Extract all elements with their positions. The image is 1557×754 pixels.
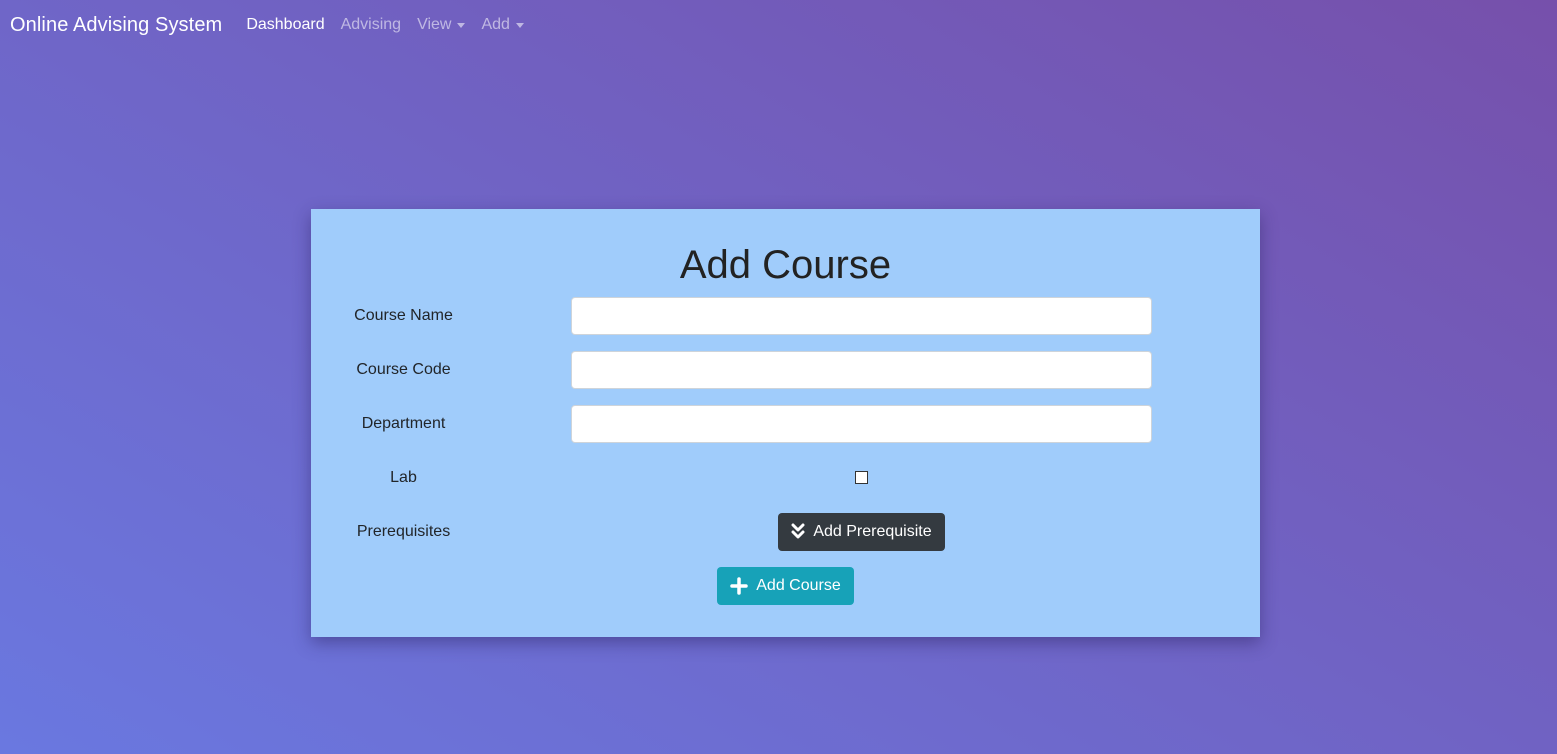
page-title: Add Course xyxy=(679,243,892,287)
add-course-label: Add Course xyxy=(756,577,841,594)
submit-row: Add Course xyxy=(311,567,1260,605)
course-name-row: Course Name xyxy=(311,297,1260,335)
course-code-row: Course Code xyxy=(311,351,1260,389)
add-course-card: Add Course Course Name Course Code Depar… xyxy=(311,209,1260,637)
nav-dashboard-label: Dashboard xyxy=(246,16,325,33)
nav-dashboard[interactable]: Dashboard xyxy=(246,16,324,34)
prerequisites-row: Prerequisites Add Prerequisite xyxy=(311,513,1260,551)
course-name-input[interactable] xyxy=(571,297,1152,335)
course-code-input[interactable] xyxy=(571,351,1152,389)
lab-label: Lab xyxy=(390,469,417,486)
course-name-label: Course Name xyxy=(354,307,453,324)
nav-view-label: View xyxy=(417,16,452,33)
chevron-double-down-icon xyxy=(791,523,805,541)
nav-add-dropdown[interactable]: Add xyxy=(481,16,524,34)
caret-down-icon xyxy=(457,23,466,28)
department-input[interactable] xyxy=(571,405,1152,443)
add-prerequisite-label: Add Prerequisite xyxy=(813,523,932,540)
add-prerequisite-button[interactable]: Add Prerequisite xyxy=(778,513,945,551)
plus-icon xyxy=(730,577,748,595)
lab-checkbox[interactable] xyxy=(855,471,868,484)
caret-down-icon xyxy=(515,23,524,28)
department-label: Department xyxy=(361,415,446,432)
nav-advising[interactable]: Advising xyxy=(341,16,401,34)
brand-link[interactable]: Online Advising System xyxy=(10,14,222,37)
nav-advising-label: Advising xyxy=(340,16,402,33)
nav-view-dropdown[interactable]: View xyxy=(417,16,466,34)
navbar: Online Advising System Dashboard Advisin… xyxy=(0,0,1557,50)
lab-row: Lab xyxy=(311,459,1260,497)
nav-add-label: Add xyxy=(481,16,510,33)
department-row: Department xyxy=(311,405,1260,443)
prerequisites-label: Prerequisites xyxy=(356,523,451,540)
add-course-button[interactable]: Add Course xyxy=(717,567,854,605)
course-code-label: Course Code xyxy=(356,361,451,378)
